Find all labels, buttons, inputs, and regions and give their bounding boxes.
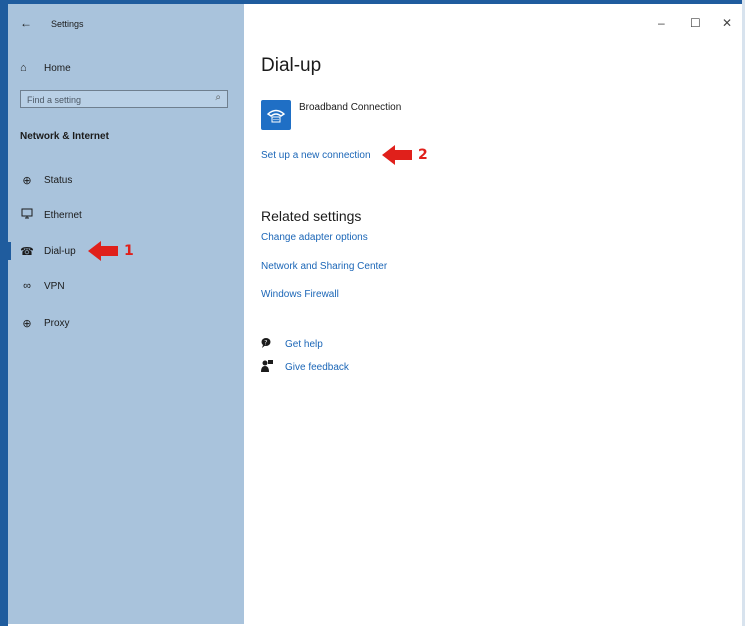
sidebar: ← Settings ⌂ Home ⌕ Network & Internet ⊕… [8,4,244,624]
search-input[interactable] [21,91,209,109]
sidebar-item-status[interactable]: ⊕ Status [20,170,220,190]
sidebar-item-label: Home [44,62,71,74]
window-title: Settings [51,19,84,29]
sidebar-item-label: Status [44,174,73,186]
setup-new-connection-link[interactable]: Set up a new connection [261,150,371,161]
dialup-phone-icon [266,109,286,123]
sidebar-item-label: VPN [44,280,65,292]
globe-icon: ⊕ [22,317,32,330]
sidebar-item-label: Proxy [44,317,70,329]
annotation-number: 1 [124,243,134,259]
red-arrow-icon [382,145,412,165]
page-title: Dial-up [261,55,322,76]
annotation-number: 2 [418,147,428,163]
annotation-arrow-2: 2 [382,145,428,165]
minimize-button[interactable]: – [658,16,665,30]
window-frame-left [0,0,8,626]
back-arrow-icon[interactable]: ← [20,16,32,30]
home-icon: ⌂ [20,62,27,74]
close-button[interactable]: ✕ [722,16,732,30]
vpn-icon: ∞ [23,280,31,292]
connection-name[interactable]: Broadband Connection [299,102,401,113]
search-box: ⌕ [20,90,228,109]
maximize-button[interactable]: ☐ [690,16,701,30]
sidebar-item-label: Ethernet [44,209,82,221]
svg-text:?: ? [264,340,267,347]
main-content: – ☐ ✕ Dial-up Broadband Connection Set u… [244,4,742,624]
related-settings-heading: Related settings [261,208,362,224]
windows-firewall-link[interactable]: Windows Firewall [261,289,339,300]
help-chat-icon: ? [261,337,275,351]
dialup-phone-icon: ☎ [20,245,34,258]
sidebar-item-home[interactable]: ⌂ Home [20,62,71,74]
sidebar-item-ethernet[interactable]: Ethernet [20,205,220,225]
red-arrow-icon [88,241,118,261]
sidebar-item-vpn[interactable]: ∞ VPN [20,276,220,296]
sidebar-item-proxy[interactable]: ⊕ Proxy [20,313,220,333]
connection-tile[interactable] [261,100,291,130]
annotation-arrow-1: 1 [88,241,134,261]
give-feedback-link[interactable]: Give feedback [285,362,349,373]
get-help-row[interactable]: ? Get help [261,337,323,351]
sidebar-section-heading: Network & Internet [20,131,109,142]
change-adapter-options-link[interactable]: Change adapter options [261,232,368,243]
network-sharing-center-link[interactable]: Network and Sharing Center [261,261,387,272]
feedback-person-icon [261,360,275,375]
search-icon[interactable]: ⌕ [215,92,221,103]
globe-icon: ⊕ [22,174,32,187]
get-help-link[interactable]: Get help [285,339,323,350]
give-feedback-row[interactable]: Give feedback [261,360,349,375]
monitor-icon [20,208,34,222]
sidebar-item-label: Dial-up [44,245,76,257]
